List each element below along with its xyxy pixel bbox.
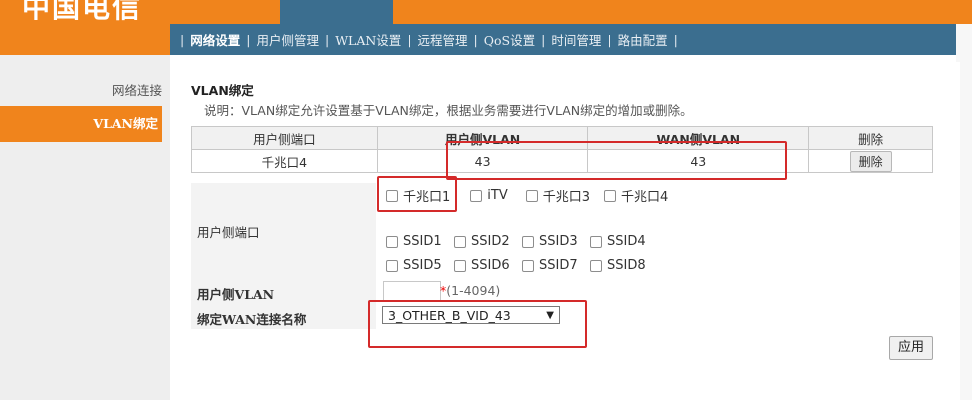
- checkbox-box[interactable]: [522, 259, 534, 272]
- checkbox-label: SSID1: [403, 234, 442, 249]
- checkbox-label: SSID6: [471, 258, 510, 273]
- section-title: VLAN绑定: [191, 83, 254, 98]
- checkbox-box[interactable]: [590, 259, 602, 272]
- ssid-checkbox-row-2: SSID5 SSID6 SSID7 SSID8: [386, 258, 668, 273]
- checkbox-box[interactable]: [454, 259, 466, 272]
- user-vlan-label: 用户侧VLAN: [197, 287, 275, 302]
- checkbox-label: SSID7: [539, 258, 578, 273]
- checkbox-ssid6[interactable]: SSID6: [454, 258, 516, 273]
- cell-delete: 删除: [808, 149, 933, 173]
- checkbox-ssid4[interactable]: SSID4: [590, 234, 652, 249]
- nav-separator: |: [541, 32, 546, 47]
- checkbox-box[interactable]: [525, 189, 538, 202]
- nav-time-mgmt[interactable]: 时间管理: [551, 30, 601, 49]
- brand-logo: 中国电信: [22, 0, 143, 24]
- vlan-range-hint: *(1-4094): [440, 283, 500, 298]
- sidebar-item-network-connection[interactable]: 网络连接: [0, 80, 162, 99]
- nav-wlan-settings[interactable]: WLAN设置: [335, 30, 401, 49]
- top-banner-tab: [280, 0, 393, 24]
- nav-route-config[interactable]: 路由配置: [618, 30, 668, 49]
- checkbox-label: SSID2: [471, 234, 510, 249]
- sidebar-item-label: VLAN绑定: [93, 116, 158, 131]
- checkbox-label: SSID5: [403, 258, 442, 273]
- checkbox-box[interactable]: [590, 235, 602, 248]
- wan-binding-label: 绑定WAN连接名称: [197, 312, 307, 327]
- nav-remote-mgmt[interactable]: 远程管理: [418, 30, 468, 49]
- nav-separator: |: [407, 32, 412, 47]
- checkbox-gigabit-port-3[interactable]: 千兆口3: [525, 186, 591, 205]
- checkbox-box[interactable]: [522, 235, 534, 248]
- checkbox-label: 千兆口4: [621, 190, 669, 205]
- top-banner: [0, 0, 972, 24]
- sidebar-item-vlan-binding[interactable]: VLAN绑定: [0, 106, 162, 142]
- nav-separator: |: [473, 32, 478, 47]
- checkbox-itv[interactable]: iTV: [470, 188, 508, 203]
- checkbox-label: iTV: [487, 188, 508, 203]
- nav-qos-settings[interactable]: QoS设置: [484, 30, 535, 49]
- checkbox-box[interactable]: [386, 235, 398, 248]
- user-port-label: 用户侧端口: [197, 225, 260, 240]
- checkbox-box[interactable]: [454, 235, 466, 248]
- checkbox-label: 千兆口3: [542, 190, 591, 205]
- checkbox-box[interactable]: [386, 259, 398, 272]
- user-vlan-input[interactable]: [383, 281, 441, 301]
- section-description: 说明：VLAN绑定允许设置基于VLAN绑定，根据业务需要进行VLAN绑定的增加或…: [204, 103, 693, 118]
- nav-separator: |: [324, 32, 330, 47]
- checkbox-label: SSID4: [607, 234, 646, 249]
- checkbox-box[interactable]: [604, 189, 617, 202]
- nav-user-side-mgmt[interactable]: 用户侧管理: [256, 30, 319, 49]
- nav-separator: |: [246, 32, 251, 47]
- checkbox-ssid2[interactable]: SSID2: [454, 234, 516, 249]
- checkbox-ssid8[interactable]: SSID8: [590, 258, 652, 273]
- checkbox-gigabit-port-4[interactable]: 千兆口4: [604, 186, 668, 205]
- form-label-column: [191, 183, 376, 329]
- left-banner-strip: [0, 24, 170, 55]
- checkbox-label: SSID8: [607, 258, 646, 273]
- checkbox-ssid5[interactable]: SSID5: [386, 258, 448, 273]
- checkbox-ssid3[interactable]: SSID3: [522, 234, 584, 249]
- checkbox-box[interactable]: [470, 189, 483, 202]
- checkbox-ssid1[interactable]: SSID1: [386, 234, 448, 249]
- nav-separator: |: [607, 32, 612, 47]
- main-nav: | 网络设置 | 用户侧管理 | WLAN设置 | 远程管理 | QoS设置 |…: [170, 24, 956, 55]
- highlight-wan-select: [368, 300, 587, 348]
- column-header-user-port: 用户侧端口: [191, 126, 378, 150]
- nav-network-settings[interactable]: 网络设置: [190, 30, 240, 49]
- ssid-checkbox-row-1: SSID1 SSID2 SSID3 SSID4: [386, 234, 668, 249]
- delete-button[interactable]: 删除: [849, 150, 892, 172]
- cell-user-port: 千兆口4: [191, 149, 378, 173]
- highlight-vlan-values: [446, 141, 787, 180]
- nav-separator: |: [673, 32, 678, 47]
- nav-separator: |: [180, 32, 185, 47]
- column-header-delete: 删除: [808, 126, 933, 150]
- apply-button[interactable]: 应用: [889, 336, 933, 360]
- vlan-range-text: (1-4094): [446, 283, 501, 298]
- checkbox-label: SSID3: [539, 234, 578, 249]
- checkbox-ssid7[interactable]: SSID7: [522, 258, 584, 273]
- highlight-gigabit-port-1: [377, 176, 457, 212]
